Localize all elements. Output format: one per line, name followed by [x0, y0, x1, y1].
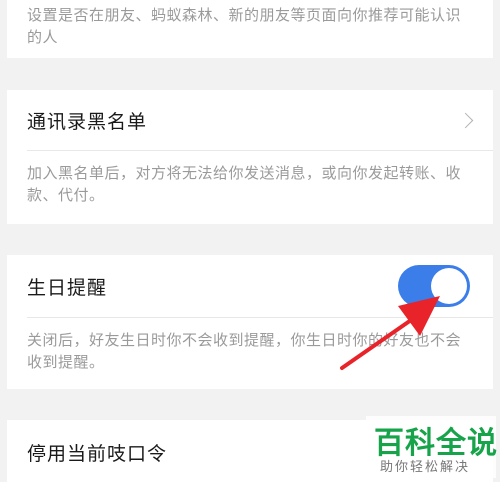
watermark-subtitle: 助你轻松解决 — [380, 460, 471, 475]
annotation-arrow-icon — [340, 296, 440, 370]
watermark-logo: 百科全说 助你轻松解决 — [366, 416, 497, 478]
settings-page: 设置是否在朋友、蚂蚁森林、新的朋友等页面向你推荐可能认识的人 通讯录黑名单 加入… — [0, 0, 500, 482]
